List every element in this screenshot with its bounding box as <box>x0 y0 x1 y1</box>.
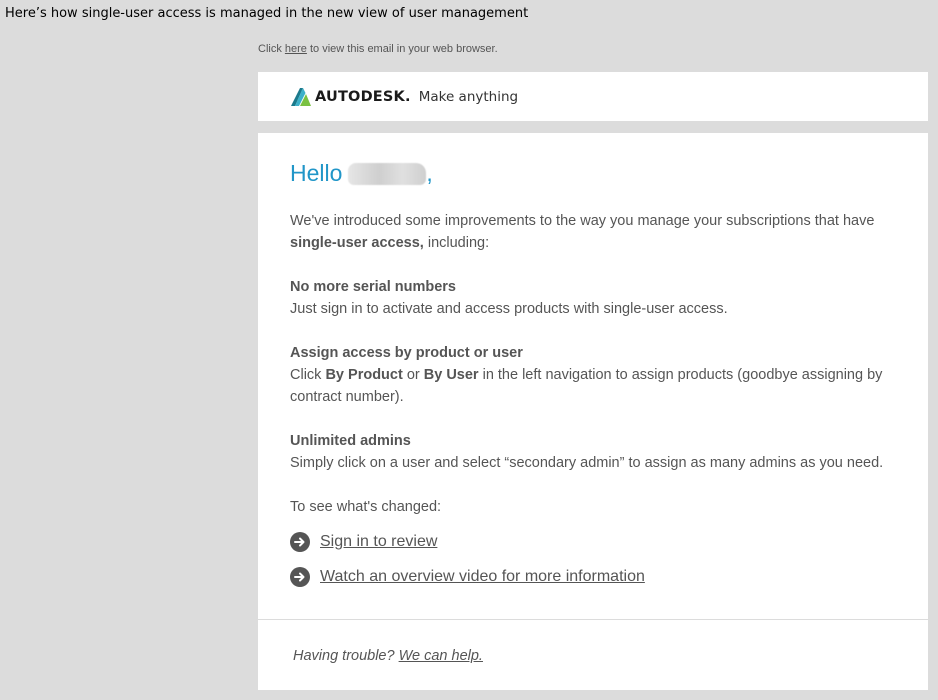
logo-tagline: Make anything <box>418 89 519 105</box>
feature-serial-numbers: No more serial numbers Just sign in to a… <box>290 276 900 320</box>
help-line: Having trouble? We can help. <box>293 648 483 664</box>
arrow-right-circle-icon <box>290 532 310 552</box>
intro-tail: including: <box>423 235 490 251</box>
view-in-browser-line: Click here to view this email in your we… <box>258 43 498 55</box>
feature-heading: No more serial numbers <box>290 279 456 295</box>
help-link[interactable]: We can help. <box>399 648 483 664</box>
help-prefix: Having trouble? <box>293 648 399 664</box>
view-in-browser-suffix: to view this email in your web browser. <box>306 43 498 55</box>
autodesk-logo-icon <box>291 88 311 106</box>
intro-bold: single-user access, <box>290 235 424 251</box>
redacted-name <box>348 162 427 185</box>
arrow-glyph <box>294 572 305 582</box>
by-user-label: By User <box>423 367 479 383</box>
intro-text: We've introduced some improvements to th… <box>290 213 875 229</box>
intro-paragraph: We've introduced some improvements to th… <box>290 210 900 254</box>
feature-heading: Unlimited admins <box>290 433 411 449</box>
by-product-label: By Product <box>325 367 403 383</box>
arrow-right-circle-icon <box>290 567 310 587</box>
overview-video-link-row[interactable]: Watch an overview video for more informa… <box>290 567 645 587</box>
email-body: Hello , We've introduced some improvemen… <box>258 133 928 619</box>
feature-heading: Assign access by product or user <box>290 345 523 361</box>
arrow-glyph <box>294 537 305 547</box>
view-in-browser-link[interactable]: here <box>285 43 307 55</box>
greeting-punct: , <box>426 160 433 186</box>
overview-video-link[interactable]: Watch an overview video for more informa… <box>320 568 645 586</box>
email-header: AUTODESK. Make anything <box>258 72 928 121</box>
greeting-hello: Hello <box>290 160 343 186</box>
feature-body-pre: Click <box>290 367 326 383</box>
caption-text: Here’s how single-user access is managed… <box>5 6 529 21</box>
feature-body: Just sign in to activate and access prod… <box>290 301 728 317</box>
view-in-browser-prefix: Click <box>258 43 285 55</box>
sign-in-link-row[interactable]: Sign in to review <box>290 532 437 552</box>
autodesk-logo[interactable]: AUTODESK. Make anything <box>291 87 518 107</box>
feature-assign-access: Assign access by product or user Click B… <box>290 342 900 408</box>
sign-in-to-review-link[interactable]: Sign in to review <box>320 533 437 551</box>
see-changed-text: To see what's changed: <box>290 499 442 515</box>
feature-body: Click By Product or By User in the left … <box>290 364 900 408</box>
feature-unlimited-admins: Unlimited admins Simply click on a user … <box>290 430 900 474</box>
logo-wordmark: AUTODESK. <box>315 89 411 105</box>
email-footer: Having trouble? We can help. <box>258 620 928 690</box>
feature-body: Simply click on a user and select “secon… <box>290 455 884 471</box>
greeting: Hello , <box>290 160 433 187</box>
email-screenshot: { "caption": "Here’s how single-user acc… <box>0 0 938 700</box>
feature-body-mid: or <box>402 367 424 383</box>
